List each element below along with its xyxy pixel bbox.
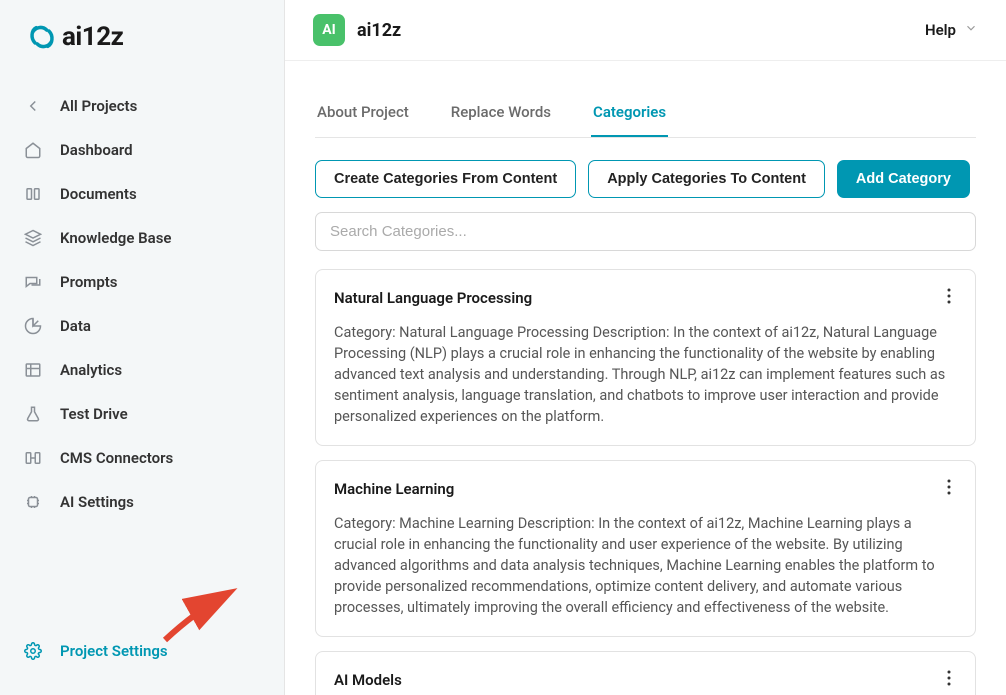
brand-logo: ai12z xyxy=(0,22,284,76)
category-title: AI Models xyxy=(334,671,402,689)
sidebar-item-project-settings[interactable]: Project Settings xyxy=(0,629,284,673)
topbar: AI ai12z Help xyxy=(285,0,1006,61)
category-title: Natural Language Processing xyxy=(334,289,532,307)
sidebar-item-ai-settings[interactable]: AI Settings xyxy=(0,480,284,524)
sidebar-nav: All Projects Dashboard Documents Knowled… xyxy=(0,76,284,673)
action-buttons: Create Categories From Content Apply Cat… xyxy=(315,160,976,198)
category-card: Machine Learning Category: Machine Learn… xyxy=(315,460,976,637)
sidebar-item-label: Project Settings xyxy=(60,642,168,660)
category-title: Machine Learning xyxy=(334,480,454,498)
chevron-left-icon xyxy=(24,96,44,116)
flask-icon xyxy=(24,404,44,424)
category-card: Natural Language Processing Category: Na… xyxy=(315,269,976,446)
tab-replace-words[interactable]: Replace Words xyxy=(449,103,553,137)
gear-icon xyxy=(24,641,44,661)
home-icon xyxy=(24,140,44,160)
chat-icon xyxy=(24,272,44,292)
sidebar-item-label: Data xyxy=(60,317,91,335)
sidebar-item-label: Prompts xyxy=(60,273,118,291)
layers-icon xyxy=(24,228,44,248)
sidebar-item-test-drive[interactable]: Test Drive xyxy=(0,392,284,436)
sidebar-item-label: AI Settings xyxy=(60,493,134,511)
category-description: Category: Natural Language Processing De… xyxy=(334,322,957,427)
sidebar-item-label: Documents xyxy=(60,185,137,203)
app-title: ai12z xyxy=(357,20,401,41)
chevron-down-icon xyxy=(964,21,978,39)
sidebar-item-label: CMS Connectors xyxy=(60,449,173,467)
connectors-icon xyxy=(24,448,44,468)
kebab-menu-icon[interactable] xyxy=(941,477,957,501)
sidebar-item-label: Test Drive xyxy=(60,405,128,423)
app-avatar: AI xyxy=(313,14,345,46)
sidebar-item-label: Analytics xyxy=(60,361,122,379)
sidebar-item-knowledge-base[interactable]: Knowledge Base xyxy=(0,216,284,260)
table-icon xyxy=(24,360,44,380)
create-categories-button[interactable]: Create Categories From Content xyxy=(315,160,576,198)
sidebar-item-dashboard[interactable]: Dashboard xyxy=(0,128,284,172)
logo-icon xyxy=(28,23,56,51)
main-content: AI ai12z Help About Project Replace Word… xyxy=(285,0,1006,695)
sidebar-item-label: Dashboard xyxy=(60,141,133,159)
tab-categories[interactable]: Categories xyxy=(591,103,668,137)
chip-icon xyxy=(24,492,44,512)
category-list: Natural Language Processing Category: Na… xyxy=(315,269,976,695)
add-category-button[interactable]: Add Category xyxy=(837,160,970,198)
help-label: Help xyxy=(925,21,956,39)
help-dropdown[interactable]: Help xyxy=(925,21,978,39)
apply-categories-button[interactable]: Apply Categories To Content xyxy=(588,160,825,198)
sidebar-item-all-projects[interactable]: All Projects xyxy=(0,84,284,128)
kebab-menu-icon[interactable] xyxy=(941,286,957,310)
category-card: AI Models xyxy=(315,651,976,695)
documents-icon xyxy=(24,184,44,204)
sidebar-item-data[interactable]: Data xyxy=(0,304,284,348)
sidebar-item-cms-connectors[interactable]: CMS Connectors xyxy=(0,436,284,480)
sidebar-item-label: All Projects xyxy=(60,97,137,115)
brand-name: ai12z xyxy=(62,22,123,52)
tabs: About Project Replace Words Categories xyxy=(315,103,976,138)
sidebar-item-prompts[interactable]: Prompts xyxy=(0,260,284,304)
search-input[interactable] xyxy=(315,212,976,251)
sidebar-item-label: Knowledge Base xyxy=(60,229,171,247)
sidebar-item-analytics[interactable]: Analytics xyxy=(0,348,284,392)
sidebar: ai12z All Projects Dashboard Documents K… xyxy=(0,0,285,695)
sidebar-item-documents[interactable]: Documents xyxy=(0,172,284,216)
tab-about-project[interactable]: About Project xyxy=(315,103,411,137)
kebab-menu-icon[interactable] xyxy=(941,668,957,692)
pie-chart-icon xyxy=(24,316,44,336)
category-description: Category: Machine Learning Description: … xyxy=(334,513,957,618)
